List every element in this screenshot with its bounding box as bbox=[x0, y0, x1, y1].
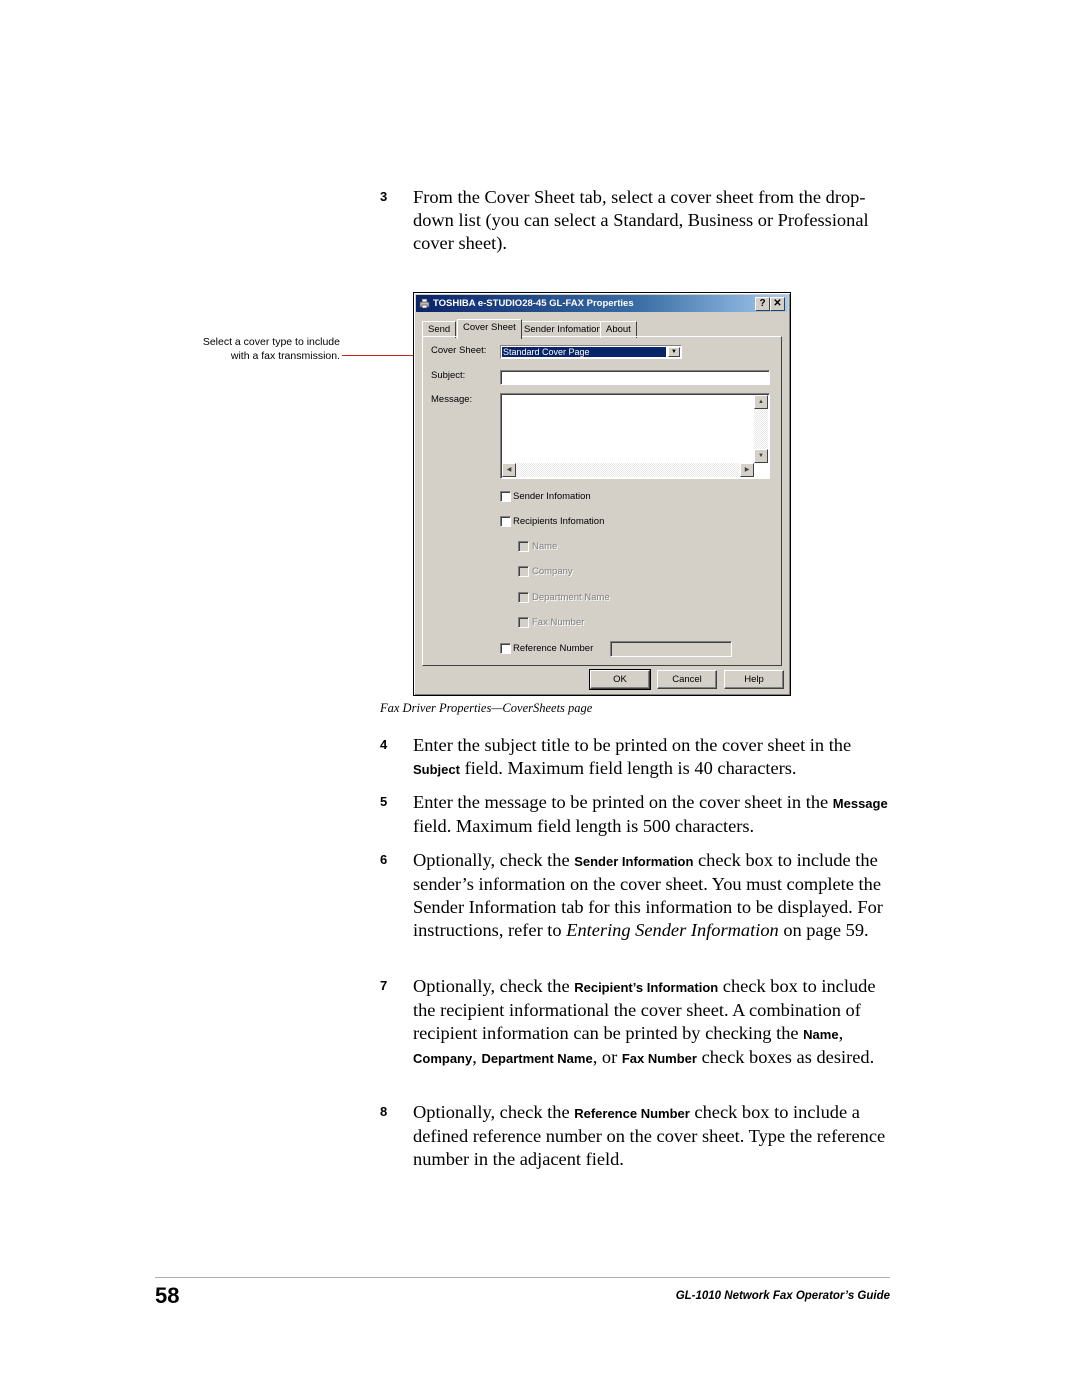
dialog-title: TOSHIBA e-STUDIO28-45 GL-FAX Properties bbox=[433, 298, 634, 309]
reference-number-label: Reference Number bbox=[513, 643, 594, 654]
ui-term: Fax Number bbox=[621, 1051, 697, 1066]
subject-input[interactable] bbox=[500, 370, 770, 385]
horizontal-scrollbar[interactable] bbox=[502, 463, 754, 477]
cover-sheet-panel bbox=[422, 336, 782, 666]
help-title-button[interactable]: ? bbox=[755, 297, 770, 311]
step-6: 6 Optionally, check the Sender Informati… bbox=[380, 849, 900, 942]
scroll-right-icon[interactable]: ▶ bbox=[740, 463, 754, 477]
step-text: Optionally, check the Reference Number c… bbox=[413, 1101, 900, 1171]
department-name-label: Department Name bbox=[532, 592, 610, 603]
ui-term: Sender Information bbox=[574, 854, 694, 869]
separator: , or bbox=[592, 1047, 622, 1067]
recipients-information-label: Recipients Infomation bbox=[513, 516, 605, 527]
step-text-part: Enter the message to be printed on the c… bbox=[413, 792, 833, 812]
fax-properties-dialog: TOSHIBA e-STUDIO28-45 GL-FAX Properties … bbox=[413, 292, 791, 696]
step-7: 7 Optionally, check the Recipient’s Info… bbox=[380, 975, 900, 1070]
step-text: Optionally, check the Sender Information… bbox=[413, 849, 900, 942]
fax-number-checkbox[interactable] bbox=[518, 617, 529, 628]
step-text: From the Cover Sheet tab, select a cover… bbox=[413, 187, 869, 253]
guide-title: GL-1010 Network Fax Operator’s Guide bbox=[675, 1290, 890, 1302]
step-number: 6 bbox=[380, 852, 388, 867]
step-text-part: on page 59. bbox=[778, 920, 869, 940]
name-label: Name bbox=[532, 541, 558, 552]
cover-sheet-label: Cover Sheet: bbox=[431, 345, 487, 356]
scroll-down-icon[interactable]: ▼ bbox=[754, 449, 768, 463]
help-button[interactable]: Help bbox=[724, 670, 784, 689]
ui-term: Company bbox=[413, 1051, 473, 1066]
reference-number-checkbox[interactable] bbox=[500, 643, 511, 654]
step-text: Optionally, check the Recipient’s Inform… bbox=[413, 975, 900, 1070]
close-icon[interactable]: ✕ bbox=[770, 297, 785, 311]
cover-sheet-selected: Standard Cover Page bbox=[502, 347, 666, 357]
printer-icon bbox=[419, 298, 430, 309]
step-text: Enter the message to be printed on the c… bbox=[413, 791, 900, 838]
callout-line-2: with a fax transmission. bbox=[230, 350, 340, 362]
company-checkbox[interactable] bbox=[518, 566, 529, 577]
callout-line-1: Select a cover type to include bbox=[202, 336, 340, 348]
page-number: 58 bbox=[155, 1283, 180, 1308]
scroll-left-icon[interactable]: ◀ bbox=[502, 463, 516, 477]
fax-number-label: Fax Number bbox=[532, 617, 585, 628]
sender-information-checkbox[interactable] bbox=[500, 491, 511, 502]
subject-label: Subject: bbox=[431, 370, 466, 381]
company-label: Company bbox=[532, 566, 573, 577]
chevron-down-icon[interactable]: ▼ bbox=[668, 347, 680, 357]
footer-divider bbox=[155, 1277, 890, 1278]
cover-sheet-dropdown[interactable]: Standard Cover Page ▼ bbox=[500, 345, 682, 359]
cancel-button[interactable]: Cancel bbox=[657, 670, 717, 689]
cross-reference-link[interactable]: Entering Sender Information bbox=[566, 920, 779, 940]
step-5: 5 Enter the message to be printed on the… bbox=[380, 791, 900, 838]
step-4: 4 Enter the subject title to be printed … bbox=[380, 734, 900, 781]
step-text: Enter the subject title to be printed on… bbox=[413, 734, 900, 781]
separator: , bbox=[838, 1023, 844, 1043]
step-text-part: Optionally, check the bbox=[413, 850, 575, 870]
step-text-part: Optionally, check the bbox=[413, 1102, 575, 1122]
step-text-part: field. Maximum field length is 40 charac… bbox=[459, 758, 797, 778]
step-number: 3 bbox=[380, 189, 388, 204]
step-text-part: field. Maximum field length is 500 chara… bbox=[413, 816, 755, 836]
ui-term: Message bbox=[832, 796, 888, 811]
recipients-information-checkbox[interactable] bbox=[500, 516, 511, 527]
ui-term: Recipient’s Information bbox=[574, 980, 719, 995]
ui-term: Subject bbox=[413, 762, 460, 777]
ui-term: Reference Number bbox=[574, 1106, 690, 1121]
callout-annotation: Select a cover type to include with a fa… bbox=[150, 335, 340, 363]
step-number: 8 bbox=[380, 1104, 388, 1119]
step-number: 7 bbox=[380, 978, 388, 993]
step-text-part: Optionally, check the bbox=[413, 976, 575, 996]
scroll-up-icon[interactable]: ▲ bbox=[754, 395, 768, 409]
step-3: 3 From the Cover Sheet tab, select a cov… bbox=[380, 186, 900, 255]
sender-information-label: Sender Infomation bbox=[513, 491, 591, 502]
step-number: 5 bbox=[380, 794, 388, 809]
dialog-titlebar: TOSHIBA e-STUDIO28-45 GL-FAX Properties … bbox=[416, 295, 788, 312]
figure-caption: Fax Driver Properties—CoverSheets page bbox=[380, 701, 593, 715]
step-number: 4 bbox=[380, 737, 388, 752]
step-text-part: check boxes as desired. bbox=[696, 1047, 875, 1067]
step-text-part: Enter the subject title to be printed on… bbox=[413, 735, 852, 755]
reference-number-input[interactable] bbox=[610, 641, 732, 657]
ui-term: Department Name bbox=[481, 1051, 593, 1066]
department-name-checkbox[interactable] bbox=[518, 592, 529, 603]
message-label: Message: bbox=[431, 394, 473, 405]
step-8: 8 Optionally, check the Reference Number… bbox=[380, 1101, 900, 1171]
name-checkbox[interactable] bbox=[518, 541, 529, 552]
message-textarea[interactable]: ▲ ▼ ◀ ▶ bbox=[500, 393, 770, 479]
tab-cover-sheet[interactable]: Cover Sheet bbox=[457, 319, 522, 339]
ok-button[interactable]: OK bbox=[589, 669, 651, 690]
ui-term: Name bbox=[803, 1027, 839, 1042]
